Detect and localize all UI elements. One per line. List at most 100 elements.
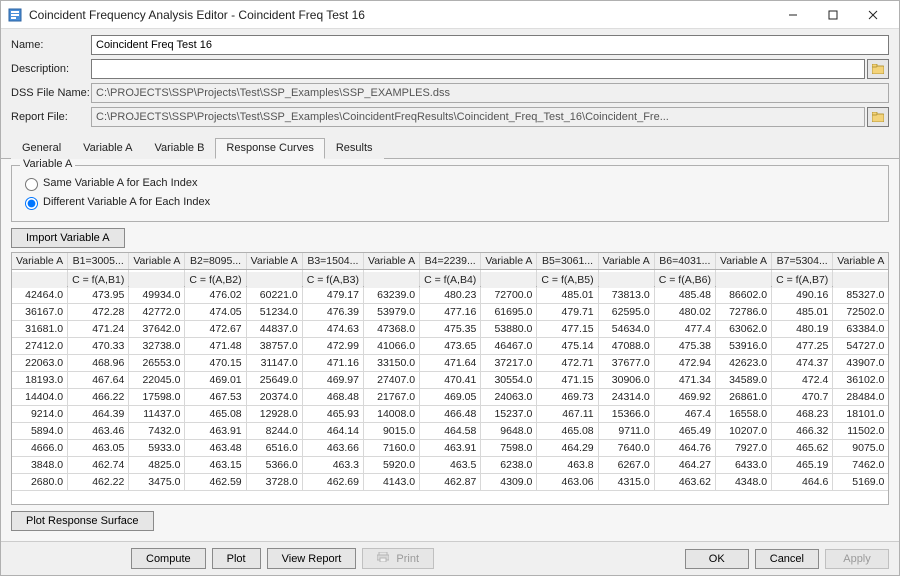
table-cell[interactable]: 47368.0 [363,321,419,338]
table-cell[interactable]: 463.66 [302,440,363,457]
plot-response-surface-button[interactable]: Plot Response Surface [11,511,154,531]
table-cell[interactable]: 27407.0 [363,372,419,389]
table-row[interactable]: 3848.0462.744825.0463.155366.0463.35920.… [12,457,889,474]
table-row[interactable]: 2680.0462.223475.0462.593728.0462.694143… [12,474,889,491]
table-row[interactable]: 5894.0463.467432.0463.918244.0464.149015… [12,423,889,440]
table-row[interactable]: 27412.0470.3332738.0471.4838757.0472.994… [12,338,889,355]
table-cell[interactable]: 6516.0 [246,440,302,457]
table-row[interactable]: 14404.0466.2217598.0467.5320374.0468.482… [12,389,889,406]
table-cell[interactable]: 3848.0 [12,457,68,474]
table-cell[interactable]: 11437.0 [129,406,185,423]
table-cell[interactable]: 468.48 [302,389,363,406]
table-row[interactable]: 18193.0467.6422045.0469.0125649.0469.972… [12,372,889,389]
ok-button[interactable]: OK [685,549,749,569]
table-cell[interactable]: 24314.0 [598,389,654,406]
response-table-container[interactable]: Variable AB1=3005...Variable AB2=8095...… [11,252,889,505]
table-cell[interactable]: 34589.0 [715,372,771,389]
table-cell[interactable]: 38757.0 [246,338,302,355]
name-input[interactable] [91,35,889,55]
table-cell[interactable]: 471.64 [420,355,481,372]
table-cell[interactable]: 26861.0 [715,389,771,406]
table-cell[interactable]: 463.5 [420,457,481,474]
table-cell[interactable]: 4143.0 [363,474,419,491]
table-cell[interactable]: 463.8 [537,457,598,474]
table-cell[interactable]: 54727.0 [833,338,889,355]
radio-different-variable-a[interactable]: Different Variable A for Each Index [20,194,880,210]
table-cell[interactable]: 18101.0 [833,406,889,423]
description-input[interactable] [91,59,865,79]
table-cell[interactable]: 5169.0 [833,474,889,491]
table-cell[interactable]: 32738.0 [129,338,185,355]
table-cell[interactable]: 36167.0 [12,304,68,321]
table-cell[interactable]: 53979.0 [363,304,419,321]
table-cell[interactable]: 7640.0 [598,440,654,457]
table-cell[interactable]: 5933.0 [129,440,185,457]
column-header[interactable]: B1=3005... [68,253,129,270]
import-variable-a-button[interactable]: Import Variable A [11,228,125,248]
table-cell[interactable]: 463.91 [185,423,246,440]
reportfile-browse-button[interactable] [867,107,889,127]
table-row[interactable]: 31681.0471.2437642.0472.6744837.0474.634… [12,321,889,338]
table-cell[interactable]: 10207.0 [715,423,771,440]
table-cell[interactable]: 472.94 [654,355,715,372]
table-cell[interactable]: 4309.0 [481,474,537,491]
table-cell[interactable]: 63384.0 [833,321,889,338]
table-cell[interactable]: 465.08 [185,406,246,423]
table-cell[interactable]: 30554.0 [481,372,537,389]
table-cell[interactable]: 473.65 [420,338,481,355]
table-row[interactable]: 42464.0473.9549934.0476.0260221.0479.176… [12,287,889,304]
table-cell[interactable]: 474.37 [772,355,833,372]
minimize-button[interactable] [773,3,813,27]
table-cell[interactable]: 27412.0 [12,338,68,355]
maximize-button[interactable] [813,3,853,27]
tab-variable-b[interactable]: Variable B [143,138,215,159]
table-cell[interactable]: 7432.0 [129,423,185,440]
table-cell[interactable]: 9214.0 [12,406,68,423]
tab-response-curves[interactable]: Response Curves [215,138,324,159]
table-cell[interactable]: 18193.0 [12,372,68,389]
table-cell[interactable]: 54634.0 [598,321,654,338]
table-cell[interactable]: 464.58 [420,423,481,440]
table-cell[interactable]: 6238.0 [481,457,537,474]
table-cell[interactable]: 466.22 [68,389,129,406]
compute-button[interactable]: Compute [131,548,206,569]
table-cell[interactable]: 37217.0 [481,355,537,372]
table-cell[interactable]: 467.64 [68,372,129,389]
table-cell[interactable]: 477.25 [772,338,833,355]
table-cell[interactable]: 471.16 [302,355,363,372]
table-cell[interactable]: 3728.0 [246,474,302,491]
column-header[interactable]: B5=3061... [537,253,598,270]
table-cell[interactable]: 41066.0 [363,338,419,355]
table-cell[interactable]: 480.23 [420,287,481,304]
radio-same-input[interactable] [25,178,38,191]
table-cell[interactable]: 471.34 [654,372,715,389]
table-cell[interactable]: 477.4 [654,321,715,338]
table-cell[interactable]: 465.93 [302,406,363,423]
table-cell[interactable]: 464.14 [302,423,363,440]
radio-diff-input[interactable] [25,197,38,210]
table-cell[interactable]: 43907.0 [833,355,889,372]
table-cell[interactable]: 465.49 [654,423,715,440]
table-cell[interactable]: 33150.0 [363,355,419,372]
table-cell[interactable]: 31681.0 [12,321,68,338]
table-cell[interactable]: 463.91 [420,440,481,457]
table-cell[interactable]: 51234.0 [246,304,302,321]
table-cell[interactable]: 475.35 [420,321,481,338]
table-cell[interactable]: 9075.0 [833,440,889,457]
table-cell[interactable]: 7927.0 [715,440,771,457]
apply-button[interactable]: Apply [825,549,889,569]
table-cell[interactable]: 485.48 [654,287,715,304]
table-cell[interactable]: 36102.0 [833,372,889,389]
table-cell[interactable]: 475.14 [537,338,598,355]
table-cell[interactable]: 464.6 [772,474,833,491]
table-cell[interactable]: 60221.0 [246,287,302,304]
table-cell[interactable]: 12928.0 [246,406,302,423]
table-cell[interactable]: 15237.0 [481,406,537,423]
table-cell[interactable]: 472.67 [185,321,246,338]
table-cell[interactable]: 470.33 [68,338,129,355]
plot-button[interactable]: Plot [212,548,261,569]
table-cell[interactable]: 46467.0 [481,338,537,355]
table-cell[interactable]: 469.05 [420,389,481,406]
table-cell[interactable]: 11502.0 [833,423,889,440]
table-cell[interactable]: 53916.0 [715,338,771,355]
